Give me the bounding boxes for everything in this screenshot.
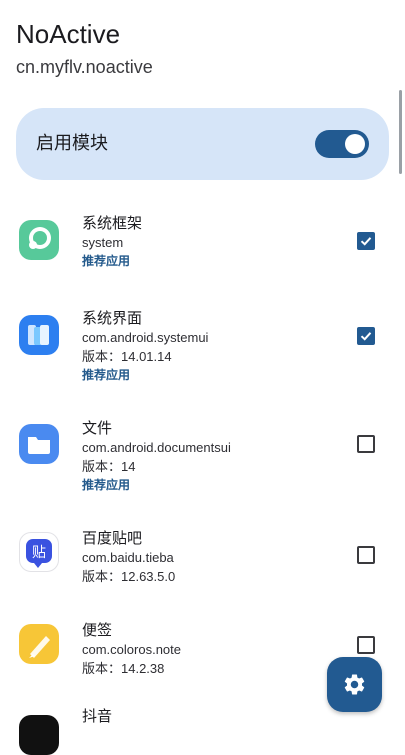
app-name: 文件 [82, 419, 113, 437]
tieba-icon: 贴 [19, 532, 59, 572]
list-item[interactable]: 文件 com.android.documentsui 版本：14 推荐应用 [0, 405, 405, 515]
app-name: 便签 [82, 621, 113, 639]
app-checkbox[interactable] [357, 636, 375, 654]
app-title: NoActive [16, 19, 121, 49]
app-version: 版本：14 [82, 459, 136, 474]
enable-module-label: 启用模块 [36, 133, 108, 154]
list-item[interactable]: 系统框架 system 推荐应用 [0, 200, 405, 295]
app-name: 系统框架 [82, 214, 143, 232]
notes-icon [19, 624, 59, 664]
recommended-tag: 推荐应用 [82, 368, 131, 382]
list-item[interactable]: 系统界面 com.android.systemui 版本：14.01.14 推荐… [0, 295, 405, 405]
app-version: 版本：12.63.5.0 [82, 569, 176, 584]
enable-module-card[interactable]: 启用模块 [16, 108, 389, 180]
app-header: NoActive cn.myflv.noactive [16, 18, 153, 78]
app-package: com.coloros.note [82, 642, 181, 657]
app-package: com.android.systemui [82, 330, 209, 345]
enable-module-toggle[interactable] [315, 130, 369, 158]
system-ui-icon [19, 315, 59, 355]
scrollbar[interactable] [399, 90, 402, 174]
app-name: 系统界面 [82, 309, 143, 327]
recommended-tag: 推荐应用 [82, 478, 131, 492]
app-version: 版本：14.2.38 [82, 661, 165, 676]
app-name: 百度贴吧 [82, 529, 143, 547]
app-checkbox[interactable] [357, 327, 375, 345]
douyin-icon [19, 715, 59, 755]
recommended-tag: 推荐应用 [82, 254, 131, 268]
list-item[interactable]: 贴 百度贴吧 com.baidu.tieba 版本：12.63.5.0 [0, 515, 405, 607]
svg-text:贴: 贴 [32, 545, 46, 561]
android-system-framework-icon [19, 220, 59, 260]
app-checkbox[interactable] [357, 435, 375, 453]
app-package: system [82, 235, 124, 250]
app-checkbox[interactable] [357, 546, 375, 564]
app-name: 抖音 [82, 707, 113, 725]
app-version: 版本：14.01.14 [82, 349, 172, 364]
app-checkbox[interactable] [357, 232, 375, 250]
toggle-thumb [345, 134, 365, 154]
folder-icon [19, 424, 59, 464]
app-package: com.android.documentsui [82, 440, 231, 455]
app-package-name: cn.myflv.noactive [16, 57, 153, 77]
app-package: com.baidu.tieba [82, 550, 174, 565]
settings-gear-icon [344, 674, 365, 695]
settings-fab-button[interactable] [327, 657, 382, 712]
